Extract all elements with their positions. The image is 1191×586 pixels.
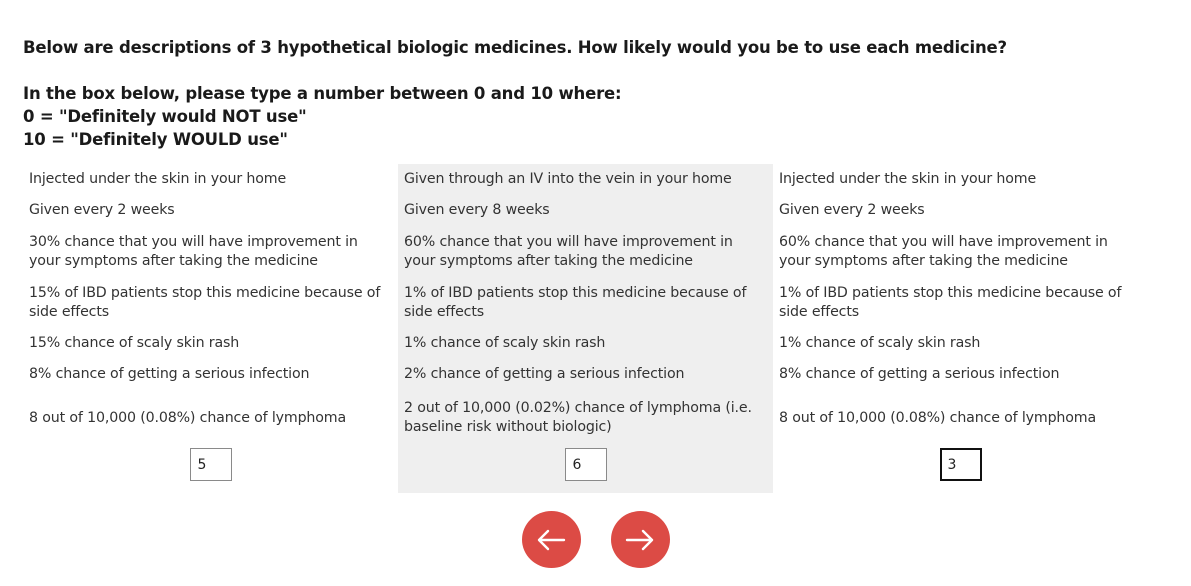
route-attribute: Injected under the skin in your home bbox=[779, 171, 1037, 187]
arrow-left-icon bbox=[537, 529, 566, 550]
rating-row bbox=[404, 446, 767, 493]
rash-attribute: 1% chance of scaly skin rash bbox=[404, 335, 606, 351]
medicine-option-1: Injected under the skin in your home Giv… bbox=[23, 164, 398, 493]
lymphoma-attribute: 8 out of 10,000 (0.08%) chance of lympho… bbox=[779, 409, 1097, 426]
improvement-attribute: 60% chance that you will have improvemen… bbox=[404, 233, 733, 269]
question-text: Below are descriptions of 3 hypothetical… bbox=[23, 36, 1163, 151]
route-attribute: Given through an IV into the vein in you… bbox=[404, 171, 732, 187]
frequency-attribute: Given every 2 weeks bbox=[29, 202, 175, 218]
next-button[interactable] bbox=[610, 511, 670, 568]
arrow-right-icon bbox=[625, 529, 654, 550]
scale-anchor-high: 10 = "Definitely WOULD use" bbox=[23, 130, 288, 149]
infection-attribute: 8% chance of getting a serious infection bbox=[779, 366, 1060, 382]
medicine-option-2: Given through an IV into the vein in you… bbox=[398, 164, 773, 493]
question-prompt: Below are descriptions of 3 hypothetical… bbox=[23, 38, 1007, 57]
rating-row bbox=[29, 446, 392, 493]
survey-page: Below are descriptions of 3 hypothetical… bbox=[0, 0, 1191, 586]
discontinue-attribute: 15% of IBD patients stop this medicine b… bbox=[29, 284, 381, 320]
rating-input-option-1[interactable] bbox=[189, 448, 232, 481]
rating-input-option-2[interactable] bbox=[564, 448, 607, 481]
lymphoma-attribute: 8 out of 10,000 (0.08%) chance of lympho… bbox=[29, 409, 347, 426]
frequency-attribute: Given every 8 weeks bbox=[404, 202, 550, 218]
medicine-option-3: Injected under the skin in your home Giv… bbox=[773, 164, 1148, 493]
back-button[interactable] bbox=[521, 511, 581, 568]
improvement-attribute: 30% chance that you will have improvemen… bbox=[29, 233, 358, 269]
instruction-text: In the box below, please type a number b… bbox=[23, 84, 622, 103]
discontinue-attribute: 1% of IBD patients stop this medicine be… bbox=[779, 284, 1122, 320]
rating-row bbox=[779, 446, 1142, 493]
navigation-buttons bbox=[0, 511, 1191, 568]
discontinue-attribute: 1% of IBD patients stop this medicine be… bbox=[404, 284, 747, 320]
infection-attribute: 2% chance of getting a serious infection bbox=[404, 366, 685, 382]
infection-attribute: 8% chance of getting a serious infection bbox=[29, 366, 310, 382]
route-attribute: Injected under the skin in your home bbox=[29, 171, 287, 187]
rash-attribute: 15% chance of scaly skin rash bbox=[29, 335, 240, 351]
scale-anchor-low: 0 = "Definitely would NOT use" bbox=[23, 107, 307, 126]
improvement-attribute: 60% chance that you will have improvemen… bbox=[779, 233, 1108, 269]
frequency-attribute: Given every 2 weeks bbox=[779, 202, 925, 218]
rating-input-option-3[interactable] bbox=[939, 448, 982, 481]
lymphoma-attribute: 2 out of 10,000 (0.02%) chance of lympho… bbox=[404, 400, 752, 435]
rash-attribute: 1% chance of scaly skin rash bbox=[779, 335, 981, 351]
medicine-comparison-grid: Injected under the skin in your home Giv… bbox=[23, 164, 1148, 493]
